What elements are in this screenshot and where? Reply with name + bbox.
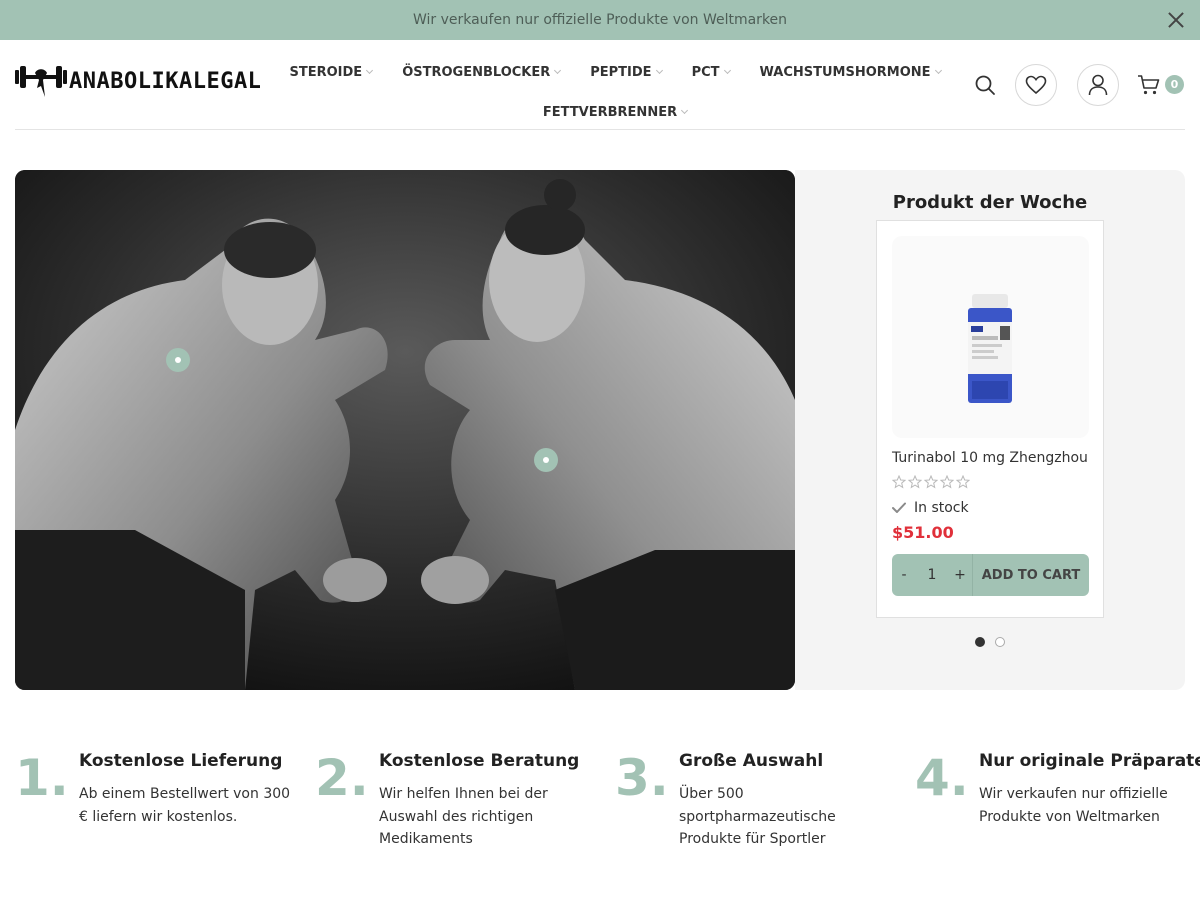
chevron-down-icon [934,66,942,75]
logo-text: ANABOLIKALEGAL [69,68,262,94]
nav-item-label: STEROIDE [289,64,363,80]
nav-row: STEROIDE ÖSTROGENBLOCKER PEPTIDE PCT WACHSTU… [290,52,942,92]
main-nav: STEROIDE ÖSTROGENBLOCKER PEPTIDE PCT WACHSTU… [290,52,942,132]
nav-item-östrogenblocker[interactable]: ÖSTROGENBLOCKER [402,64,562,80]
cart-count-badge: 0 [1165,75,1184,94]
nav-item-label: WACHSTUMSHORMONE [759,64,931,80]
product-of-week: Produkt der Woche Turinabol 10 mg Zhengz… [795,170,1185,690]
section-title: Produkt der Woche [892,192,1088,213]
check-icon [892,502,906,513]
account-button[interactable] [1077,64,1119,106]
product-name[interactable]: Turinabol 10 mg Zhengzhou [892,450,1088,466]
feature-text: Wir verkaufen nur offizielle Produkte vo… [979,786,1168,825]
hero-hotspot[interactable] [534,448,558,472]
feature-number: 1. [15,749,69,807]
hero-hotspot[interactable] [166,348,190,372]
barbell-logo-icon [15,66,67,97]
nav-item-label: ÖSTROGENBLOCKER [402,64,551,80]
carousel-dot[interactable] [975,637,985,647]
feature-text: Ab einem Bestellwert von 300 € liefern w… [79,786,291,825]
nav-item-fettverbrenner[interactable]: FETTVERBRENNER [542,104,689,120]
hero-image [15,170,795,690]
feature-item: 3. Große Auswahl Über 500 sportpharmazeuti… [615,745,895,855]
product-card: Turinabol 10 mg Zhengzhou In stock $51.0… [876,220,1104,618]
chevron-down-icon [681,106,689,115]
heart-icon [1025,75,1047,95]
logo[interactable]: ANABOLIKALEGAL [15,64,261,98]
nav-row: FETTVERBRENNER [315,92,915,132]
search-icon[interactable] [973,73,997,97]
cart-button[interactable]: 0 [1137,72,1185,98]
feature-item: 1. Kostenlose Lieferung Ab einem Bestellwe… [15,745,295,855]
quantity-input[interactable] [916,554,948,596]
nav-item-wachstumshormone[interactable]: WACHSTUMSHORMONE [759,64,942,80]
chevron-down-icon [655,66,663,75]
header-icons: 0 [973,64,1185,106]
star-icon [956,475,970,489]
nav-item-steroide[interactable]: STEROIDE [289,64,374,80]
close-icon[interactable] [1166,10,1186,30]
rating-stars [892,475,970,489]
nav-item-peptide[interactable]: PEPTIDE [590,64,663,80]
wishlist-button[interactable] [1015,64,1057,106]
user-icon [1088,74,1108,96]
carousel-dots [795,637,1185,647]
feature-title: Nur originale Präparate [979,751,1200,771]
chevron-down-icon [554,66,562,75]
feature-title: Kostenlose Lieferung [79,751,283,771]
feature-number: 3. [615,749,669,807]
star-icon [892,475,906,489]
stock-status: In stock [892,500,969,516]
qty-increase-button[interactable]: + [948,554,972,596]
stock-text: In stock [914,500,969,516]
nav-item-label: PEPTIDE [590,64,652,80]
product-price: $51.00 [892,523,954,542]
add-to-cart-form: - + ADD TO CART [892,554,1089,596]
announcement-bar: Wir verkaufen nur offizielle Produkte vo… [0,0,1200,40]
carousel-dot[interactable] [995,637,1005,647]
chevron-down-icon [366,66,374,75]
site-header: ANABOLIKALEGAL STEROIDE ÖSTROGENBLOCKER PE… [15,40,1185,130]
feature-number: 4. [915,749,969,807]
star-icon [908,475,922,489]
feature-title: Große Auswahl [679,751,824,771]
nav-item-label: FETTVERBRENNER [542,104,678,120]
nav-item-label: PCT [691,64,720,80]
chevron-down-icon [723,66,731,75]
feature-text: Über 500 sportpharmazeutische Produkte f… [679,786,836,847]
star-icon [924,475,938,489]
feature-item: 4. Nur originale Präparate Wir verkaufen n… [915,745,1200,855]
star-icon [940,475,954,489]
add-to-cart-button[interactable]: ADD TO CART [972,554,1089,596]
nav-item-pct[interactable]: PCT [691,64,731,80]
feature-text: Wir helfen Ihnen bei der Auswahl des ric… [379,786,548,847]
announcement-text: Wir verkaufen nur offizielle Produkte vo… [412,12,788,28]
feature-item: 2. Kostenlose Beratung Wir helfen Ihnen be… [315,745,595,855]
product-image[interactable] [892,236,1089,438]
feature-title: Kostenlose Beratung [379,751,580,771]
qty-decrease-button[interactable]: - [892,554,916,596]
feature-number: 2. [315,749,369,807]
cart-icon [1138,75,1160,95]
